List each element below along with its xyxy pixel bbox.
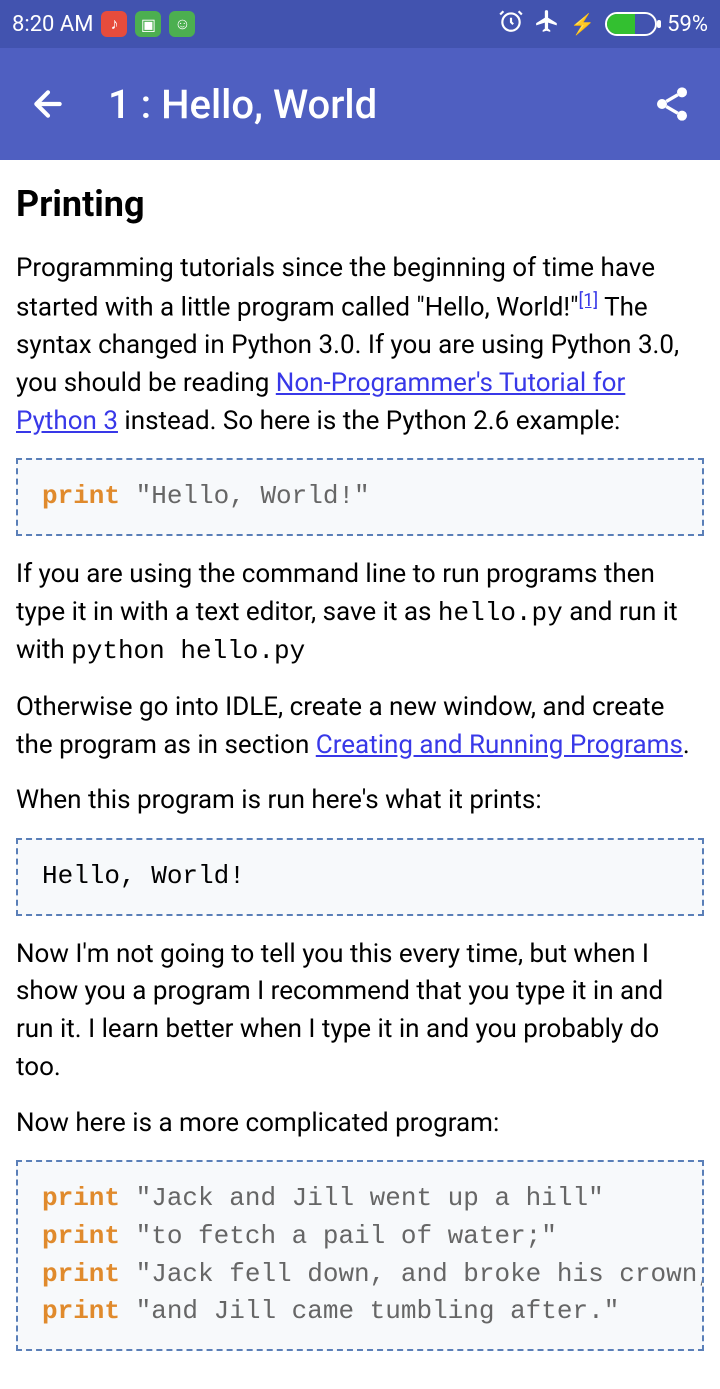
status-bar: 8:20 AM ♪ ▣ ☺ ⚡ 59% [0, 0, 720, 48]
music-icon: ♪ [101, 11, 127, 37]
paragraph-4: When this program is run here's what it … [16, 782, 704, 820]
paragraph-1: Programming tutorials since the beginnin… [16, 250, 704, 440]
charging-icon: ⚡ [570, 12, 595, 36]
code-block-3: print "Jack and Jill went up a hill" pri… [16, 1160, 704, 1351]
app-icon-2: ☺ [169, 11, 195, 37]
share-button[interactable] [648, 80, 696, 128]
paragraph-6: Now here is a more complicated program: [16, 1105, 704, 1143]
paragraph-3: Otherwise go into IDLE, create a new win… [16, 689, 704, 764]
alarm-icon [498, 8, 524, 40]
code-block-1: print "Hello, World!" [16, 458, 704, 536]
article-content: Printing Programming tutorials since the… [0, 160, 720, 1389]
section-heading: Printing [16, 178, 704, 230]
page-title: 1 : Hello, World [108, 81, 648, 128]
link-creating-programs[interactable]: Creating and Running Programs [316, 730, 683, 760]
battery-pct: 59% [667, 12, 708, 37]
app-icon-1: ▣ [135, 11, 161, 37]
battery-icon [605, 12, 657, 36]
status-time: 8:20 AM [12, 12, 93, 37]
paragraph-2: If you are using the command line to run… [16, 556, 704, 671]
back-button[interactable] [24, 80, 72, 128]
paragraph-5: Now I'm not going to tell you this every… [16, 936, 704, 1087]
app-bar: 1 : Hello, World [0, 48, 720, 160]
airplane-icon [534, 8, 560, 40]
code-block-2: Hello, World! [16, 838, 704, 916]
footnote-link-1[interactable]: [1] [578, 290, 598, 311]
